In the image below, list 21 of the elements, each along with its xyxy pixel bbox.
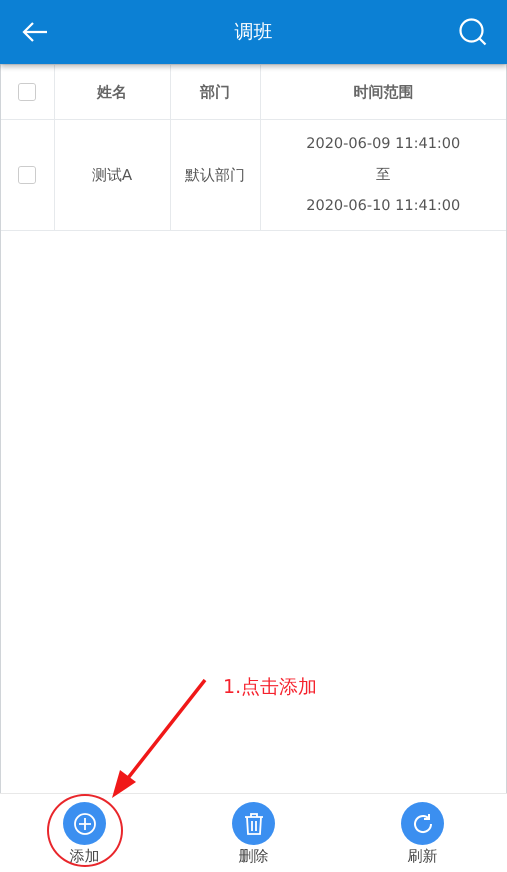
back-arrow-icon bbox=[22, 21, 48, 43]
range-separator: 至 bbox=[374, 166, 392, 184]
add-button[interactable]: 添加 bbox=[0, 794, 169, 872]
department-cell: 默认部门 bbox=[185, 166, 245, 184]
back-button[interactable] bbox=[22, 21, 48, 43]
select-all-checkbox[interactable] bbox=[18, 83, 36, 102]
column-header: 部门 bbox=[200, 82, 230, 100]
search-icon bbox=[459, 18, 487, 46]
delete-button[interactable]: 删除 bbox=[169, 794, 338, 872]
end-time: 2020-06-10 11:41:00 bbox=[305, 196, 462, 216]
trash-icon bbox=[242, 812, 264, 836]
refresh-button[interactable]: 刷新 bbox=[338, 794, 507, 872]
page-title: 调班 bbox=[234, 20, 272, 45]
row-checkbox[interactable] bbox=[18, 166, 36, 184]
start-time: 2020-06-09 11:41:00 bbox=[305, 134, 462, 154]
name-cell: 测试A bbox=[92, 166, 132, 184]
search-button[interactable] bbox=[459, 18, 487, 46]
annotation-text: 1.点击添加 bbox=[223, 675, 318, 700]
column-header: 姓名 bbox=[97, 82, 127, 100]
column-header: 时间范围 bbox=[353, 82, 414, 100]
plus-circle-icon bbox=[72, 812, 96, 836]
